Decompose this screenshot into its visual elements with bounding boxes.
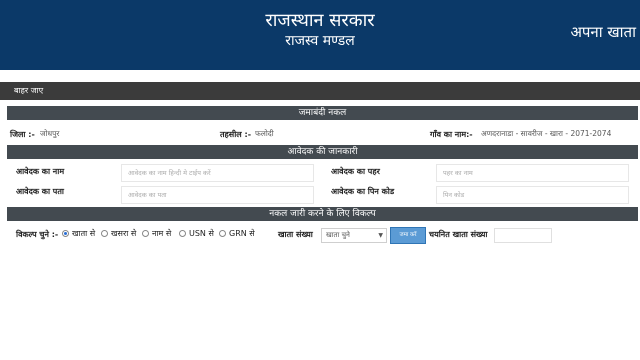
site-header: राजस्थान सरकार राजस्व मण्डल अपना खाता: [0, 0, 640, 70]
applicant-father-label: आवेदक का पहर: [331, 167, 380, 176]
applicant-address-input[interactable]: आवेदक का पता: [121, 186, 314, 204]
submit-button[interactable]: जमा करें: [390, 227, 426, 244]
selected-account-label: चयनित खाता संख्या: [429, 230, 488, 239]
radio-label: खसरा से: [111, 229, 137, 238]
applicant-name-input[interactable]: आवेदक का नाम हिन्दी मे टाईप करें: [121, 164, 314, 182]
radio-by-usn[interactable]: USN से: [179, 228, 214, 239]
applicant-pincode-input[interactable]: पिन कोड: [436, 186, 629, 204]
choose-option-label: विकल्प चुने :-: [16, 230, 59, 239]
district-label: जिला :-: [10, 130, 35, 139]
district-value: जोधपुर: [40, 129, 60, 138]
radio-by-name[interactable]: नाम से: [142, 228, 171, 239]
applicant-name-label: आवेदक का नाम: [16, 167, 65, 176]
radio-label: खाता से: [72, 229, 96, 238]
chevron-down-icon: ▼: [378, 232, 383, 239]
section-applicant-title: आवेदक की जानकारी: [7, 145, 638, 159]
village-label: गाँव का नाम:-: [430, 130, 473, 139]
account-number-label: खाता संख्या: [278, 230, 313, 239]
radio-icon[interactable]: [101, 230, 108, 237]
radio-selected-icon[interactable]: [62, 230, 69, 237]
village-value: अणदरानाडा - सावरीज - खारा - 2071-2074: [481, 129, 612, 138]
tehsil-label: तहसील :-: [220, 130, 252, 139]
radio-by-grn[interactable]: GRN से: [219, 228, 255, 239]
applicant-address-label: आवेदक का पता: [16, 187, 64, 196]
applicant-pincode-label: आवेदक का पिन कोड: [331, 187, 395, 196]
tehsil-value: फलोदी: [255, 129, 274, 138]
radio-icon[interactable]: [179, 230, 186, 237]
radio-label: USN से: [189, 229, 214, 238]
header-title: राजस्थान सरकार: [265, 10, 375, 31]
radio-label: नाम से: [152, 229, 172, 238]
radio-icon[interactable]: [142, 230, 149, 237]
section-options-title: नकल जारी करने के लिए विकल्प: [7, 207, 638, 221]
radio-by-account[interactable]: खाता से: [62, 228, 95, 239]
section-jamabandi-title: जमाबंदी नकल: [7, 106, 638, 120]
top-nav-bar: बाहर जाए: [0, 82, 640, 100]
account-select-value: खाता चुने: [326, 231, 350, 239]
radio-icon[interactable]: [219, 230, 226, 237]
radio-label: GRN से: [229, 229, 255, 238]
radio-by-khasra[interactable]: खसरा से: [101, 228, 136, 239]
account-select[interactable]: खाता चुने ▼: [321, 228, 387, 243]
header-subtitle: राजस्व मण्डल: [285, 33, 355, 49]
applicant-father-input[interactable]: पहर का नाम: [436, 164, 629, 182]
brand-logo-text: अपना खाता: [570, 23, 636, 41]
logout-link[interactable]: बाहर जाए: [14, 85, 43, 96]
selected-account-input[interactable]: [494, 228, 552, 243]
